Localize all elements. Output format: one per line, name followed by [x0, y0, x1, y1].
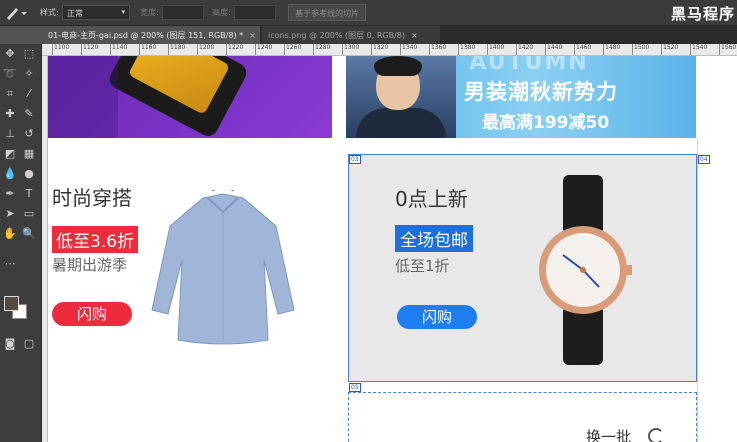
- ruler-tick: 1240: [255, 44, 272, 55]
- ruler-tick: 1280: [313, 44, 330, 55]
- brand-logo-text: 黑马程序: [670, 5, 735, 23]
- free-shipping-tag: 全场包邮: [395, 225, 473, 252]
- close-icon[interactable]: ×: [411, 31, 418, 40]
- stamp-tool-icon[interactable]: ⊥: [2, 126, 18, 142]
- ruler-tick: 1560: [719, 44, 736, 55]
- shirt-image: [151, 190, 295, 345]
- healing-brush-icon[interactable]: ✚: [2, 106, 18, 122]
- ruler-tick: 1380: [458, 44, 475, 55]
- card-subtitle: 低至1折: [395, 257, 450, 275]
- slice-region: [348, 392, 697, 442]
- banner-gadget: [48, 56, 332, 140]
- path-select-icon[interactable]: ➤: [2, 206, 18, 222]
- dodge-tool-icon[interactable]: ●: [21, 166, 37, 182]
- magic-wand-icon[interactable]: ✧: [21, 66, 37, 82]
- eraser-tool-icon[interactable]: ◩: [2, 146, 18, 162]
- ruler-tick: 1260: [284, 44, 301, 55]
- style-select-value: 正常: [67, 9, 83, 18]
- banner-promo: 最高满199减50: [482, 113, 610, 133]
- ruler-tick: 1100: [52, 44, 69, 55]
- ruler-tick: 1460: [574, 44, 591, 55]
- brush-tool-icon[interactable]: ✎: [21, 106, 37, 122]
- style-select[interactable]: 正常 ▾: [62, 5, 130, 20]
- card-title: 时尚穿搭: [52, 186, 132, 210]
- ruler-tick: 1320: [371, 44, 388, 55]
- foreground-color-swatch[interactable]: [4, 296, 19, 311]
- slice-tool-icon[interactable]: [4, 4, 30, 22]
- height-field[interactable]: [234, 5, 276, 20]
- model-hair: [374, 56, 422, 76]
- ruler-tick: 1120: [81, 44, 98, 55]
- ruler-tick: 1500: [632, 44, 649, 55]
- type-tool-icon[interactable]: T: [21, 186, 37, 202]
- tab-label: 01-电商-主页-gai.psd @ 200% (图层 151, RGB/8) …: [48, 31, 244, 40]
- ruler-tick: 1220: [226, 44, 243, 55]
- options-bar: 样式: 正常 ▾ 宽度: 高度: 基于参考线的切片 黑马程序: [0, 0, 737, 26]
- promo-card-watch[interactable]: 0点上新 全场包邮 低至1折 闪购: [348, 154, 697, 382]
- zoom-tool-icon[interactable]: 🔍: [21, 226, 37, 242]
- slice-label[interactable]: 05: [349, 383, 361, 392]
- slice-label[interactable]: 03: [349, 155, 361, 164]
- more-tools-icon[interactable]: ⋯: [2, 256, 18, 272]
- tab-main-document[interactable]: 01-电商-主页-gai.psd @ 200% (图层 151, RGB/8) …: [42, 26, 260, 44]
- width-field[interactable]: [162, 5, 204, 20]
- width-label: 宽度:: [140, 8, 159, 17]
- ruler-tick: 1340: [400, 44, 417, 55]
- ruler-tick: 1440: [545, 44, 562, 55]
- style-label: 样式:: [40, 8, 59, 17]
- slice-label[interactable]: 04: [698, 155, 710, 164]
- card-title: 0点上新: [395, 187, 468, 211]
- ruler-tick: 1140: [110, 44, 127, 55]
- screen-mode-icon[interactable]: ▢: [21, 336, 37, 352]
- photoshop-window: 样式: 正常 ▾ 宽度: 高度: 基于参考线的切片 黑马程序 01-电商-主页-…: [0, 0, 737, 442]
- flash-sale-button[interactable]: 闪购: [52, 302, 132, 326]
- move-tool-icon[interactable]: ✥: [2, 46, 18, 62]
- refresh-icon[interactable]: [648, 428, 664, 442]
- banner-menswear: NEW AUTUMN 男装潮秋新势力 最高满199减50: [346, 56, 696, 138]
- guide-line: [697, 138, 698, 442]
- tab-icons-document[interactable]: icons.png @ 200% (图层 0, RGB/8) ×: [262, 26, 440, 44]
- shape-tool-icon[interactable]: ▭: [21, 206, 37, 222]
- crop-tool-icon[interactable]: ⌗: [2, 86, 18, 102]
- discount-tag: 低至3.6折: [52, 226, 139, 253]
- ruler-tick: 1360: [429, 44, 446, 55]
- document-canvas[interactable]: NEW AUTUMN 男装潮秋新势力 最高满199减50 时尚穿搭 低至3.6折…: [48, 56, 737, 442]
- ruler-tick: 1520: [661, 44, 678, 55]
- close-icon[interactable]: ×: [249, 31, 256, 40]
- marquee-tool-icon[interactable]: ⬚: [21, 46, 37, 62]
- ruler-tick: 1160: [139, 44, 156, 55]
- slices-from-guides-button[interactable]: 基于参考线的切片: [288, 4, 366, 21]
- ruler-tick: 1300: [342, 44, 359, 55]
- ruler-tick: 1420: [516, 44, 533, 55]
- model-photo: [346, 56, 456, 138]
- height-label: 高度:: [212, 8, 231, 17]
- lasso-tool-icon[interactable]: ➰: [2, 66, 18, 82]
- refresh-label[interactable]: 换一批: [586, 426, 631, 442]
- ruler-tick: 1400: [487, 44, 504, 55]
- gradient-tool-icon[interactable]: ▦: [21, 146, 37, 162]
- eyedropper-icon[interactable]: ⁄: [21, 86, 37, 102]
- watch-image: [539, 175, 632, 365]
- horizontal-ruler[interactable]: 1100 1120 1140 1160 1180 1200 1220 1240 …: [42, 44, 737, 56]
- banner-headline: 男装潮秋新势力: [464, 80, 618, 104]
- flash-sale-button[interactable]: 闪购: [397, 305, 477, 329]
- tools-panel: ✥ ⬚ ➰ ✧ ⌗ ⁄ ✚ ✎ ⊥ ↺ ◩ ▦ 💧 ● ✒ T ➤ ▭ ✋ 🔍 …: [0, 44, 42, 442]
- card-subtitle: 暑期出游季: [52, 256, 128, 274]
- ruler-tick: 1200: [197, 44, 214, 55]
- ruler-tick: 1180: [168, 44, 185, 55]
- promo-card-fashion[interactable]: 时尚穿搭 低至3.6折 暑期出游季 闪购: [48, 154, 348, 382]
- history-brush-icon[interactable]: ↺: [21, 126, 37, 142]
- pen-tool-icon[interactable]: ✒: [2, 186, 18, 202]
- ruler-tick: 1540: [690, 44, 707, 55]
- chevron-down-icon: ▾: [121, 8, 125, 16]
- quick-mask-icon[interactable]: ◙: [2, 336, 18, 352]
- banner-shade: [48, 56, 118, 138]
- document-tabs: 01-电商-主页-gai.psd @ 200% (图层 151, RGB/8) …: [42, 26, 737, 44]
- tab-label: icons.png @ 200% (图层 0, RGB/8): [268, 31, 406, 40]
- blur-tool-icon[interactable]: 💧: [2, 166, 18, 182]
- model-coat: [356, 108, 446, 138]
- hand-tool-icon[interactable]: ✋: [2, 226, 18, 242]
- ruler-tick: 1480: [603, 44, 620, 55]
